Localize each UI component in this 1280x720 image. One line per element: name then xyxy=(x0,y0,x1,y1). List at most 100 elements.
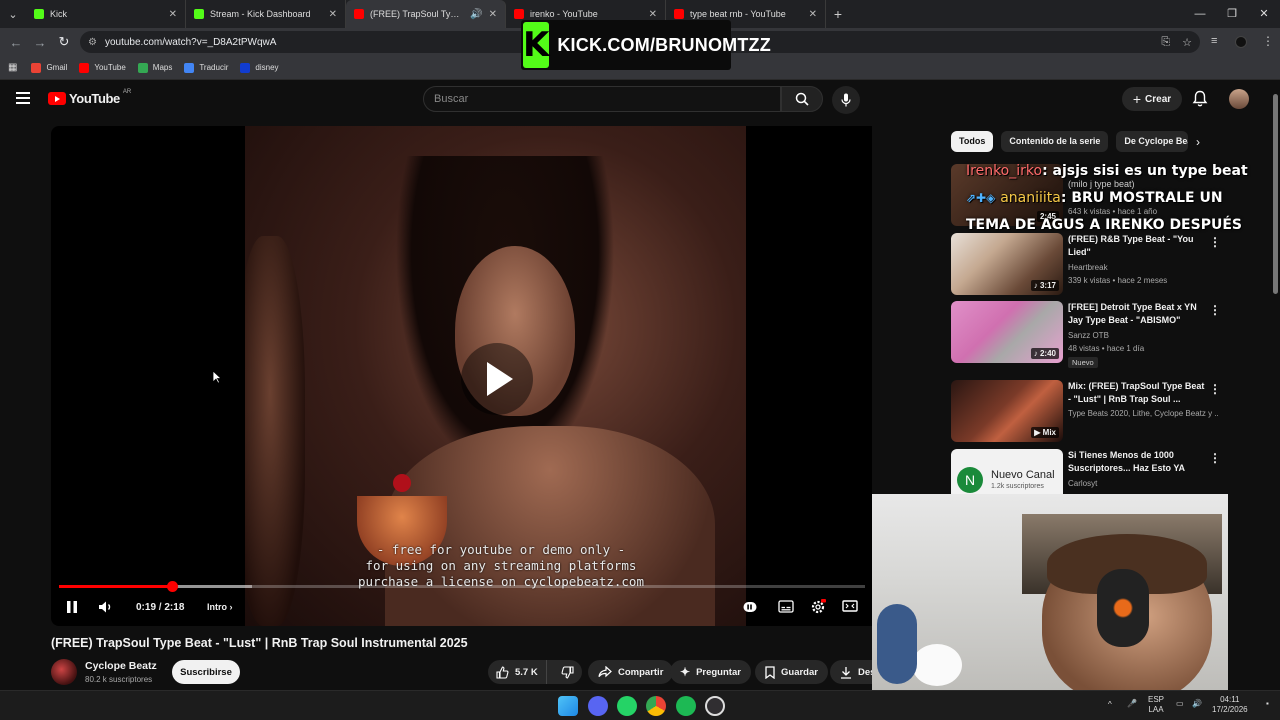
browser-tab-kick-dashboard[interactable]: Stream - Kick Dashboard ✕ xyxy=(186,0,346,28)
recommended-video[interactable]: ♪ 3:17 (FREE) R&B Type Beat - "You Lied"… xyxy=(951,233,1241,295)
media-icon[interactable]: ≡ xyxy=(1211,35,1217,47)
menu-icon[interactable]: ⋮ xyxy=(1262,34,1274,48)
bookmark-youtube[interactable]: YouTube xyxy=(79,62,126,73)
search-button[interactable] xyxy=(781,86,823,112)
chrome-icon[interactable] xyxy=(646,696,666,716)
youtube-favicon-icon xyxy=(354,9,364,19)
theater-mode-icon[interactable] xyxy=(842,600,858,612)
page-scrollbar[interactable] xyxy=(1270,84,1280,690)
pause-icon[interactable] xyxy=(66,600,78,614)
big-play-button[interactable] xyxy=(461,343,533,415)
create-label: Crear xyxy=(1145,93,1172,105)
new-tab-button[interactable]: + xyxy=(826,6,850,22)
close-tab-icon[interactable]: ✕ xyxy=(169,9,177,20)
spotify-icon[interactable] xyxy=(676,696,696,716)
bookmark-disney[interactable]: disney xyxy=(240,62,279,73)
tray-mic-icon[interactable]: 🎤 xyxy=(1127,699,1137,709)
more-options-icon[interactable]: ⋮ xyxy=(1209,451,1221,465)
streamer-webcam xyxy=(872,494,1228,694)
more-options-icon[interactable]: ⋮ xyxy=(1209,382,1221,396)
back-icon[interactable]: ← xyxy=(4,35,28,50)
mouse-cursor-icon xyxy=(212,370,222,384)
youtube-header: YouTube AR Buscar + Crear xyxy=(0,81,1280,117)
chip-channel[interactable]: De Cyclope Beatz xyxy=(1116,131,1189,152)
apps-grid-icon[interactable]: ▦ xyxy=(8,62,17,73)
webcam-headphones xyxy=(1097,569,1149,647)
tray-chevron-icon[interactable]: ^ xyxy=(1108,700,1112,710)
autoplay-toggle-icon[interactable] xyxy=(743,601,757,613)
notification-center-icon[interactable]: ▪ xyxy=(1266,699,1269,709)
scrollbar-thumb[interactable] xyxy=(1273,94,1278,294)
close-tab-icon[interactable]: ✕ xyxy=(809,9,817,20)
chip-serie[interactable]: Contenido de la serie xyxy=(1001,131,1109,152)
window-controls: — ❐ ✕ xyxy=(1184,0,1280,28)
ask-button[interactable]: ✦ Preguntar xyxy=(670,660,751,684)
user-avatar[interactable] xyxy=(1229,89,1249,109)
windows-start-icon[interactable] xyxy=(558,696,578,716)
notifications-bell-icon[interactable] xyxy=(1192,90,1208,107)
volume-tray-icon[interactable]: 🔊 xyxy=(1192,699,1202,709)
menu-hamburger-icon[interactable] xyxy=(16,92,30,104)
speaker-icon[interactable]: 🔊 xyxy=(470,9,482,20)
volume-icon[interactable] xyxy=(98,600,114,614)
discord-icon[interactable] xyxy=(588,696,608,716)
profile-icon[interactable] xyxy=(1235,36,1247,48)
channel-avatar[interactable] xyxy=(51,659,77,685)
language-indicator[interactable]: ESP LAA xyxy=(1148,695,1164,715)
share-button[interactable]: Compartir xyxy=(588,660,674,684)
like-count: 5.7 K xyxy=(515,666,538,678)
subtitles-icon[interactable] xyxy=(778,600,794,613)
network-icon[interactable]: ▭ xyxy=(1176,699,1184,709)
mix-thumbnail: ▶ Mix xyxy=(951,380,1063,442)
recommended-mix[interactable]: ▶ Mix Mix: (FREE) TrapSoul Type Beat - "… xyxy=(951,380,1241,442)
obs-icon[interactable] xyxy=(705,696,725,716)
voice-search-button[interactable] xyxy=(832,86,860,114)
youtube-logo[interactable]: YouTube AR xyxy=(48,89,131,106)
whatsapp-icon[interactable] xyxy=(617,696,637,716)
channel-name[interactable]: Cyclope Beatz xyxy=(85,660,157,672)
minimize-icon[interactable]: — xyxy=(1184,0,1216,28)
kick-channel-url: KICK.COM/BRUNOMTZZ xyxy=(557,34,771,55)
restore-icon[interactable]: ❐ xyxy=(1216,0,1248,28)
bookmark-label: disney xyxy=(255,63,279,72)
browser-tab-current-video[interactable]: (FREE) TrapSoul Type Beat 🔊 ✕ xyxy=(346,0,506,28)
recommended-video[interactable]: ♪ 2:40 [FREE] Detroit Type Beat x YN Jay… xyxy=(951,301,1241,368)
progress-bar[interactable] xyxy=(59,581,865,592)
like-button[interactable]: 5.7 K xyxy=(488,660,547,684)
browser-tab-kick[interactable]: Kick ✕ xyxy=(26,0,186,28)
site-info-icon[interactable]: ⚙ xyxy=(88,37,97,48)
chips-next-arrow-icon[interactable]: › xyxy=(1196,135,1200,149)
tab-search-icon[interactable]: ⌄ xyxy=(0,0,26,28)
clock[interactable]: 04:11 17/2/2026 xyxy=(1212,695,1248,715)
bookmark-gmail[interactable]: Gmail xyxy=(31,62,67,73)
settings-gear-icon[interactable] xyxy=(810,599,826,615)
more-options-icon[interactable]: ⋮ xyxy=(1209,303,1221,317)
bookmark-star-icon[interactable]: ☆ xyxy=(1182,36,1192,49)
install-icon[interactable]: ⎘ xyxy=(1161,36,1170,49)
video-player[interactable]: - free for youtube or demo only - for us… xyxy=(51,126,872,626)
chat-message: Irenko_irko: ajsjs sisi es un type beat xyxy=(966,158,1266,185)
webcam-plush xyxy=(912,644,962,686)
microphone-icon xyxy=(841,93,851,107)
youtube-favicon-icon xyxy=(514,9,524,19)
create-button[interactable]: + Crear xyxy=(1122,87,1182,111)
save-button[interactable]: Guardar xyxy=(755,660,828,684)
bookmark-maps[interactable]: Maps xyxy=(137,62,172,73)
subscribe-button[interactable]: Suscribirse xyxy=(172,660,240,684)
stream-chat-overlay: Irenko_irko: ajsjs sisi es un type beat … xyxy=(966,158,1266,239)
chip-todos[interactable]: Todos xyxy=(951,131,994,152)
tab-title: Kick xyxy=(50,9,68,19)
close-tab-icon[interactable]: ✕ xyxy=(649,9,657,20)
disney-icon xyxy=(240,62,251,73)
close-tab-icon[interactable]: ✕ xyxy=(489,9,497,20)
scrubber-handle[interactable] xyxy=(166,581,178,592)
reload-icon[interactable]: ↻ xyxy=(52,34,76,50)
search-input[interactable]: Buscar xyxy=(423,86,781,112)
chapter-button[interactable]: Intro › xyxy=(207,602,233,612)
tab-title: type beat rnb - YouTube xyxy=(690,9,786,19)
dislike-button[interactable] xyxy=(553,665,582,679)
forward-icon[interactable]: → xyxy=(28,35,52,50)
close-window-icon[interactable]: ✕ xyxy=(1248,0,1280,28)
bookmark-traducir[interactable]: Traducir xyxy=(184,62,228,73)
close-tab-icon[interactable]: ✕ xyxy=(329,9,337,20)
